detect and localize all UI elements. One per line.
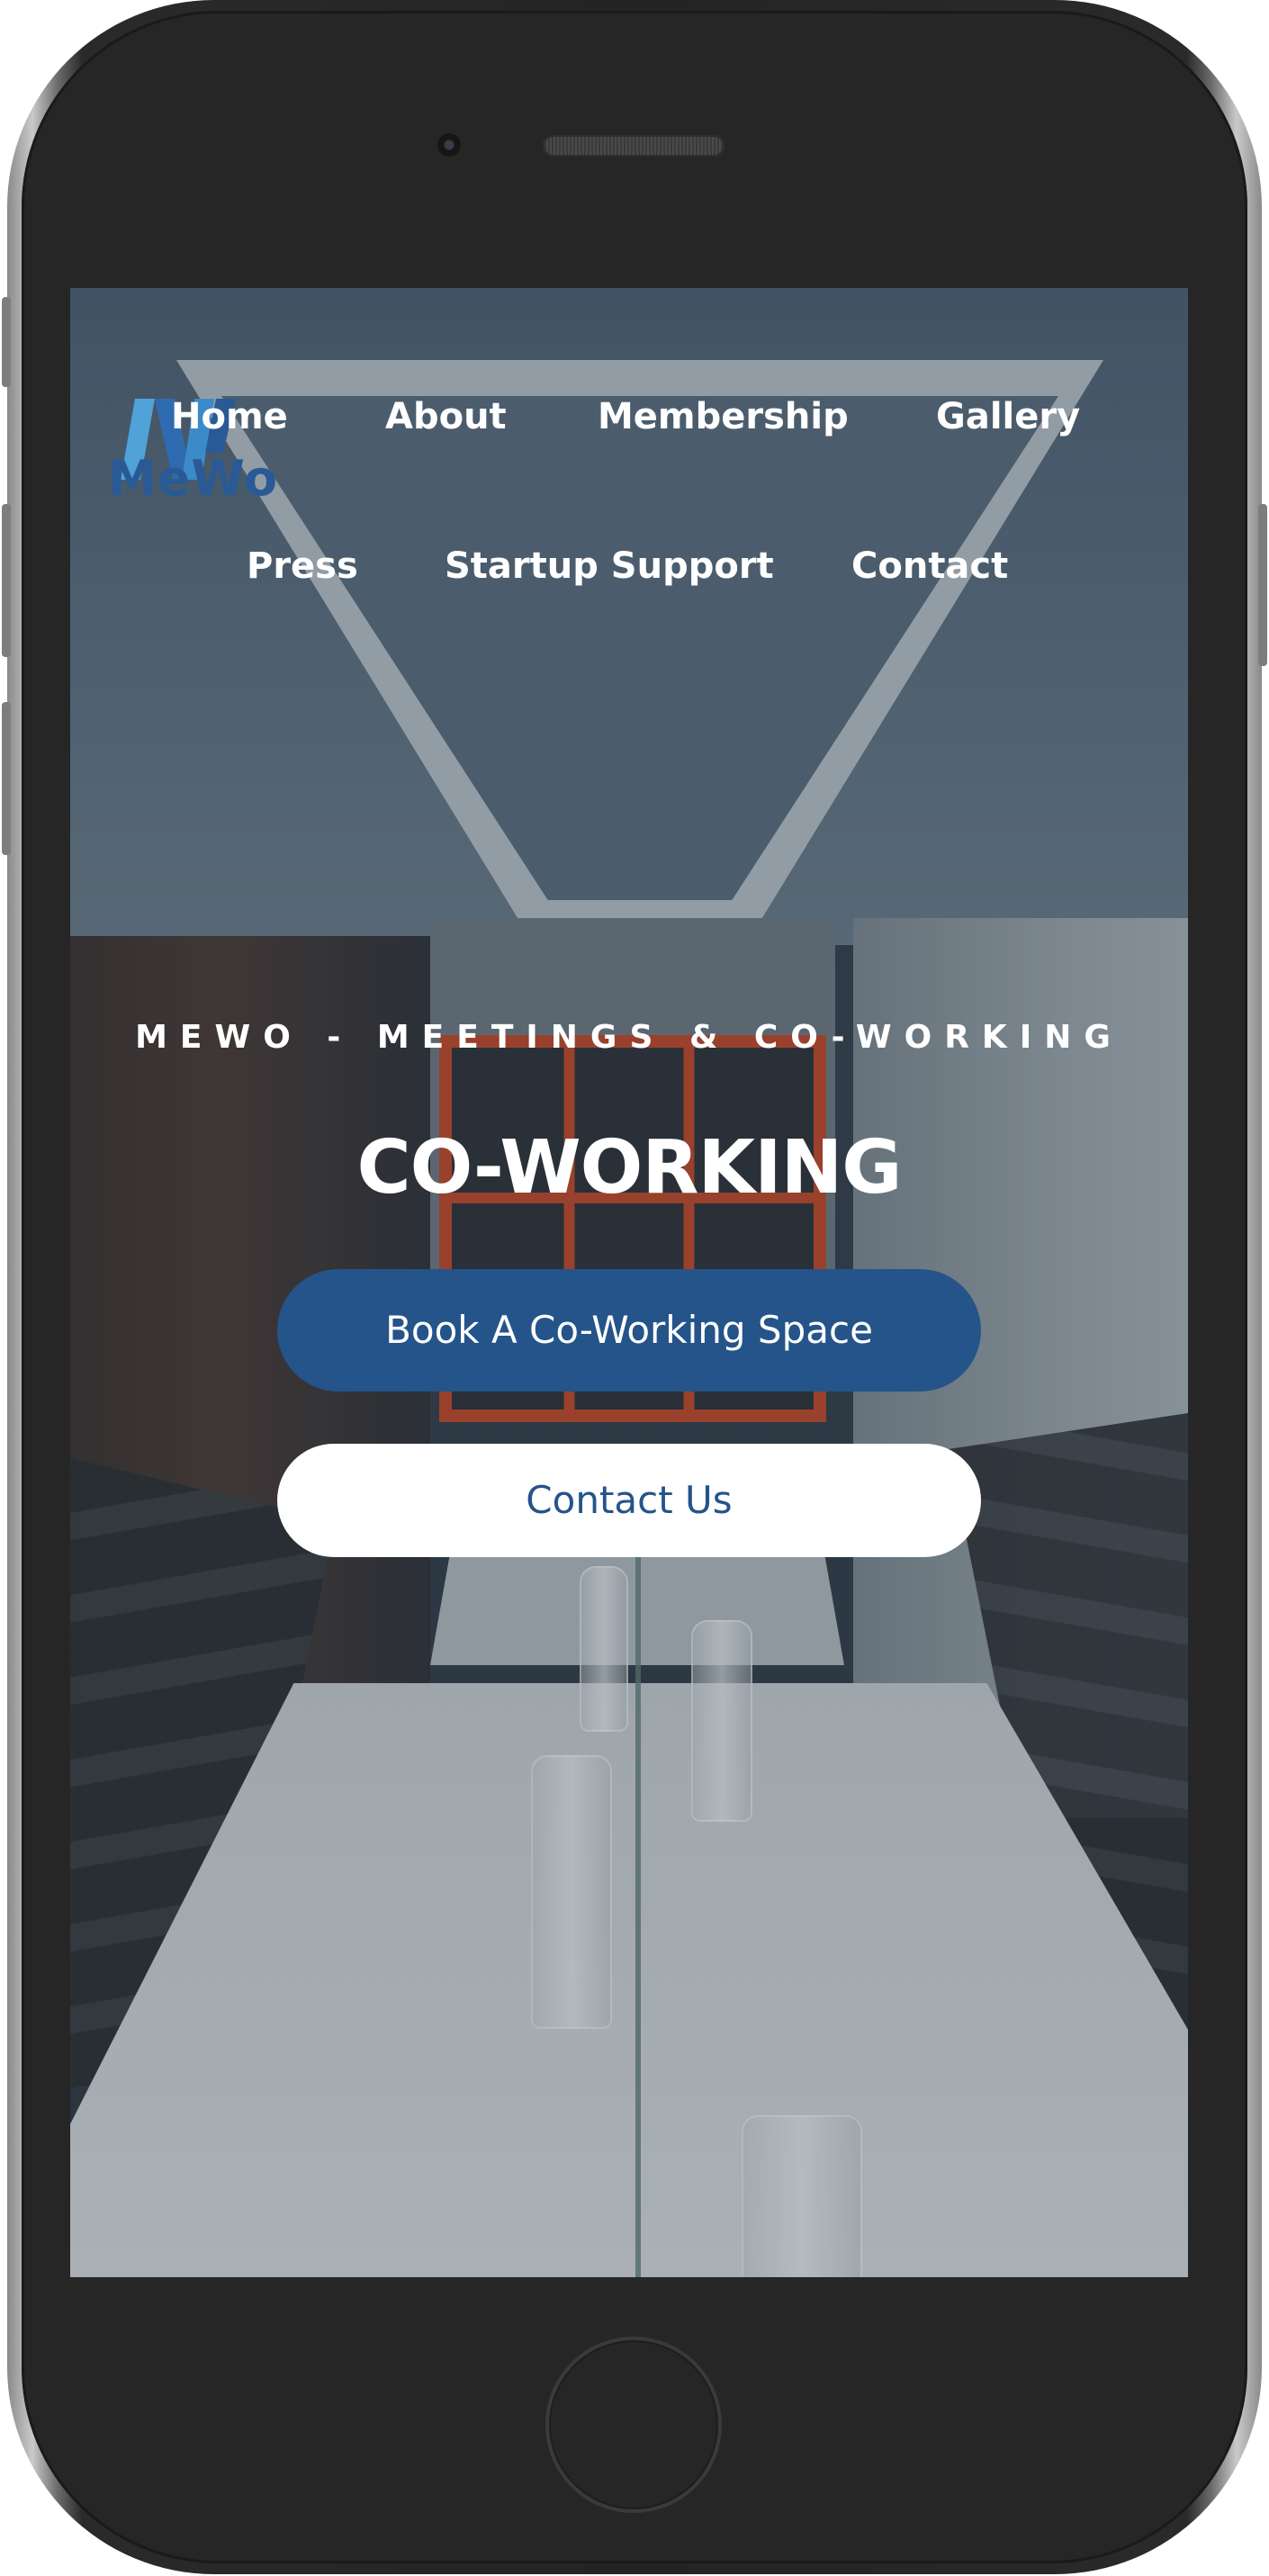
speaker-grille: [543, 135, 724, 157]
nav-item-home[interactable]: Home: [171, 396, 288, 437]
nav-item-membership[interactable]: Membership: [598, 396, 849, 437]
nav-item-startup-support[interactable]: Startup Support: [445, 545, 774, 587]
contact-us-button[interactable]: Contact Us: [277, 1444, 981, 1557]
book-coworking-button[interactable]: Book A Co-Working Space: [277, 1269, 981, 1392]
phone-mute-switch: [2, 297, 11, 387]
front-camera-icon: [437, 133, 461, 157]
phone-volume-down: [2, 702, 11, 855]
nav-item-gallery[interactable]: Gallery: [936, 396, 1080, 437]
nav-item-about[interactable]: About: [385, 396, 507, 437]
nav-item-press[interactable]: Press: [247, 545, 358, 587]
phone-power-button: [1258, 504, 1267, 666]
hero-kicker: MEWO - MEETINGS & CO-WORKING: [135, 1019, 1123, 1056]
nav-item-contact[interactable]: Contact: [851, 545, 1008, 587]
hero-title: CO-WORKING: [356, 1125, 902, 1211]
phone-volume-up: [2, 504, 11, 657]
screen: MeWo Home About Membership Gallery Press…: [70, 288, 1188, 2277]
home-button[interactable]: [545, 2337, 722, 2513]
logo-wordmark[interactable]: MeWo: [108, 450, 278, 507]
